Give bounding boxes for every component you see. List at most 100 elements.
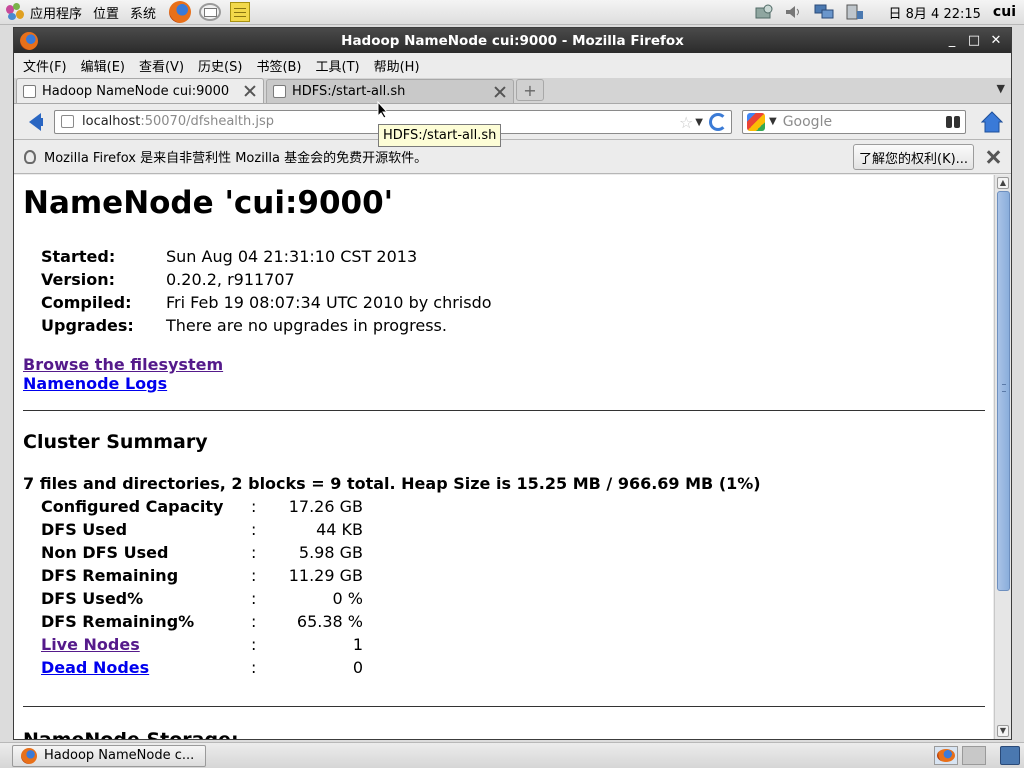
table-row: Non DFS Used: 5.98 GB: [41, 541, 363, 564]
notification-text: Mozilla Firefox 是来自非营利性 Mozilla 基金会的免费开源…: [44, 151, 428, 166]
places-label: 位置: [93, 6, 120, 22]
new-tab-button[interactable]: +: [516, 79, 544, 101]
workspace-1[interactable]: [934, 746, 958, 765]
places-menu[interactable]: 位置: [89, 0, 126, 25]
volume-icon[interactable]: [783, 3, 805, 21]
back-arrow-icon: [29, 112, 43, 131]
firefox-icon: [937, 749, 955, 762]
stat-separator: :: [251, 589, 257, 608]
know-your-rights-button[interactable]: 了解您的权利(K)...: [853, 144, 975, 170]
close-notification-icon[interactable]: [986, 150, 1000, 164]
info-key: Started:: [41, 247, 116, 266]
firefox-icon: [169, 1, 192, 23]
applications-label: 应用程序: [30, 6, 83, 22]
close-tab-icon[interactable]: [493, 85, 507, 99]
grip-icon: [1002, 384, 1006, 392]
search-input[interactable]: Google: [783, 114, 945, 130]
scrollbar-thumb[interactable]: [997, 191, 1010, 591]
tab-list-chevron-icon[interactable]: ▼: [997, 82, 1005, 95]
network-icon[interactable]: [813, 3, 835, 21]
stat-separator: :: [251, 658, 257, 677]
page-icon: [23, 84, 36, 98]
user-menu[interactable]: cui: [993, 4, 1024, 20]
divider: [23, 706, 985, 707]
firefox-icon: [21, 747, 37, 764]
lightbulb-icon: [24, 149, 36, 164]
bookmark-star-icon[interactable]: ☆: [679, 113, 693, 132]
maximize-button[interactable]: □: [963, 31, 985, 51]
search-go-icon[interactable]: [945, 115, 961, 129]
menu-bookmarks[interactable]: 书签(B): [249, 56, 308, 75]
trash-icon[interactable]: [1000, 746, 1020, 765]
menu-edit[interactable]: 编辑(E): [74, 56, 132, 75]
notes-icon: [230, 2, 251, 22]
search-bar[interactable]: ▼ Google: [742, 109, 966, 134]
page-icon: [273, 85, 286, 98]
stat-key: Live Nodes: [41, 633, 251, 656]
menu-file[interactable]: 文件(F): [16, 56, 74, 75]
stat-separator: :: [251, 497, 257, 516]
divider: [23, 410, 985, 411]
clock[interactable]: 日 8月 4 22:15: [869, 3, 993, 22]
system-menu[interactable]: 系统: [126, 0, 163, 25]
stat-key: Non DFS Used: [41, 543, 169, 562]
table-row: Started: Sun Aug 04 21:31:10 CST 2013: [41, 245, 492, 268]
notification-bar: Mozilla Firefox 是来自非营利性 Mozilla 基金会的免费开源…: [14, 140, 1011, 174]
window-titlebar[interactable]: Hadoop NameNode cui:9000 - Mozilla Firef…: [14, 28, 1011, 53]
table-row: DFS Remaining%: 65.38 %: [41, 610, 363, 633]
minimize-button[interactable]: _: [941, 31, 963, 51]
history-dropdown-icon[interactable]: ▼: [695, 117, 703, 128]
page-title: NameNode 'cui:9000': [23, 185, 394, 221]
update-icon[interactable]: [753, 3, 775, 21]
stat-separator: :: [251, 612, 257, 631]
close-window-button[interactable]: ✕: [985, 31, 1007, 51]
table-row: DFS Used%: 0 %: [41, 587, 363, 610]
workspace-2[interactable]: [962, 746, 986, 765]
cluster-stats-table: Configured Capacity: 17.26 GB DFS Used: 44…: [41, 495, 363, 679]
navigation-toolbar: localhost:50070/dfshealth.jsp ☆ ▼ ▼ Goog…: [14, 104, 1011, 140]
stat-key: DFS Remaining%: [41, 612, 195, 631]
vertical-scrollbar[interactable]: ▲ ▼: [994, 175, 1011, 739]
stat-value: 5.98 GB: [298, 543, 363, 562]
bottom-panel: Hadoop NameNode c...: [0, 742, 1024, 768]
scroll-up-arrow-icon[interactable]: ▲: [997, 177, 1009, 189]
notes-launcher[interactable]: [227, 0, 253, 25]
firefox-launcher[interactable]: [167, 0, 193, 25]
search-engine-icon[interactable]: [747, 112, 765, 131]
table-row: Version: 0.20.2, r911707: [41, 268, 492, 291]
window-menu-icon[interactable]: [20, 31, 38, 50]
tab-start-all[interactable]: HDFS:/start-all.sh: [266, 79, 514, 103]
battery-icon[interactable]: [843, 3, 865, 21]
taskbar-label: Hadoop NameNode c...: [44, 748, 195, 763]
site-identity-icon[interactable]: [61, 115, 74, 128]
live-nodes-link[interactable]: Live Nodes: [41, 635, 140, 654]
menu-tools[interactable]: 工具(T): [309, 56, 367, 75]
stat-value: 11.29 GB: [288, 566, 363, 585]
system-label: 系统: [130, 6, 157, 22]
back-button[interactable]: [20, 108, 50, 136]
menu-help[interactable]: 帮助(H): [367, 56, 427, 75]
stat-value: 1: [352, 635, 363, 654]
stat-key: DFS Used: [41, 520, 128, 539]
table-row: Configured Capacity: 17.26 GB: [41, 495, 363, 518]
table-row: Upgrades: There are no upgrades in progre…: [41, 314, 492, 337]
system-tray: 日 8月 4 22:15 cui: [749, 0, 1024, 25]
dead-nodes-link[interactable]: Dead Nodes: [41, 658, 149, 677]
mail-launcher[interactable]: [197, 0, 223, 25]
applications-menu[interactable]: 应用程序: [0, 0, 89, 25]
browse-filesystem-link[interactable]: Browse the filesystem: [23, 355, 993, 374]
namenode-logs-link[interactable]: Namenode Logs: [23, 374, 993, 393]
menu-history[interactable]: 历史(S): [191, 56, 249, 75]
scroll-down-arrow-icon[interactable]: ▼: [997, 725, 1009, 737]
menu-view[interactable]: 查看(V): [132, 56, 191, 75]
menubar: 文件(F) 编辑(E) 查看(V) 历史(S) 书签(B) 工具(T) 帮助(H…: [14, 53, 1011, 78]
stat-separator: :: [251, 543, 257, 562]
tab-namenode[interactable]: Hadoop NameNode cui:9000: [16, 78, 264, 103]
reload-icon[interactable]: [709, 113, 727, 131]
mouse-cursor-icon: [377, 101, 389, 119]
search-engine-dropdown-icon[interactable]: ▼: [769, 116, 777, 127]
taskbar-firefox-button[interactable]: Hadoop NameNode c...: [12, 744, 206, 767]
home-icon[interactable]: [980, 110, 1004, 134]
close-tab-icon[interactable]: [243, 84, 257, 98]
info-value: Sun Aug 04 21:31:10 CST 2013: [166, 247, 418, 266]
